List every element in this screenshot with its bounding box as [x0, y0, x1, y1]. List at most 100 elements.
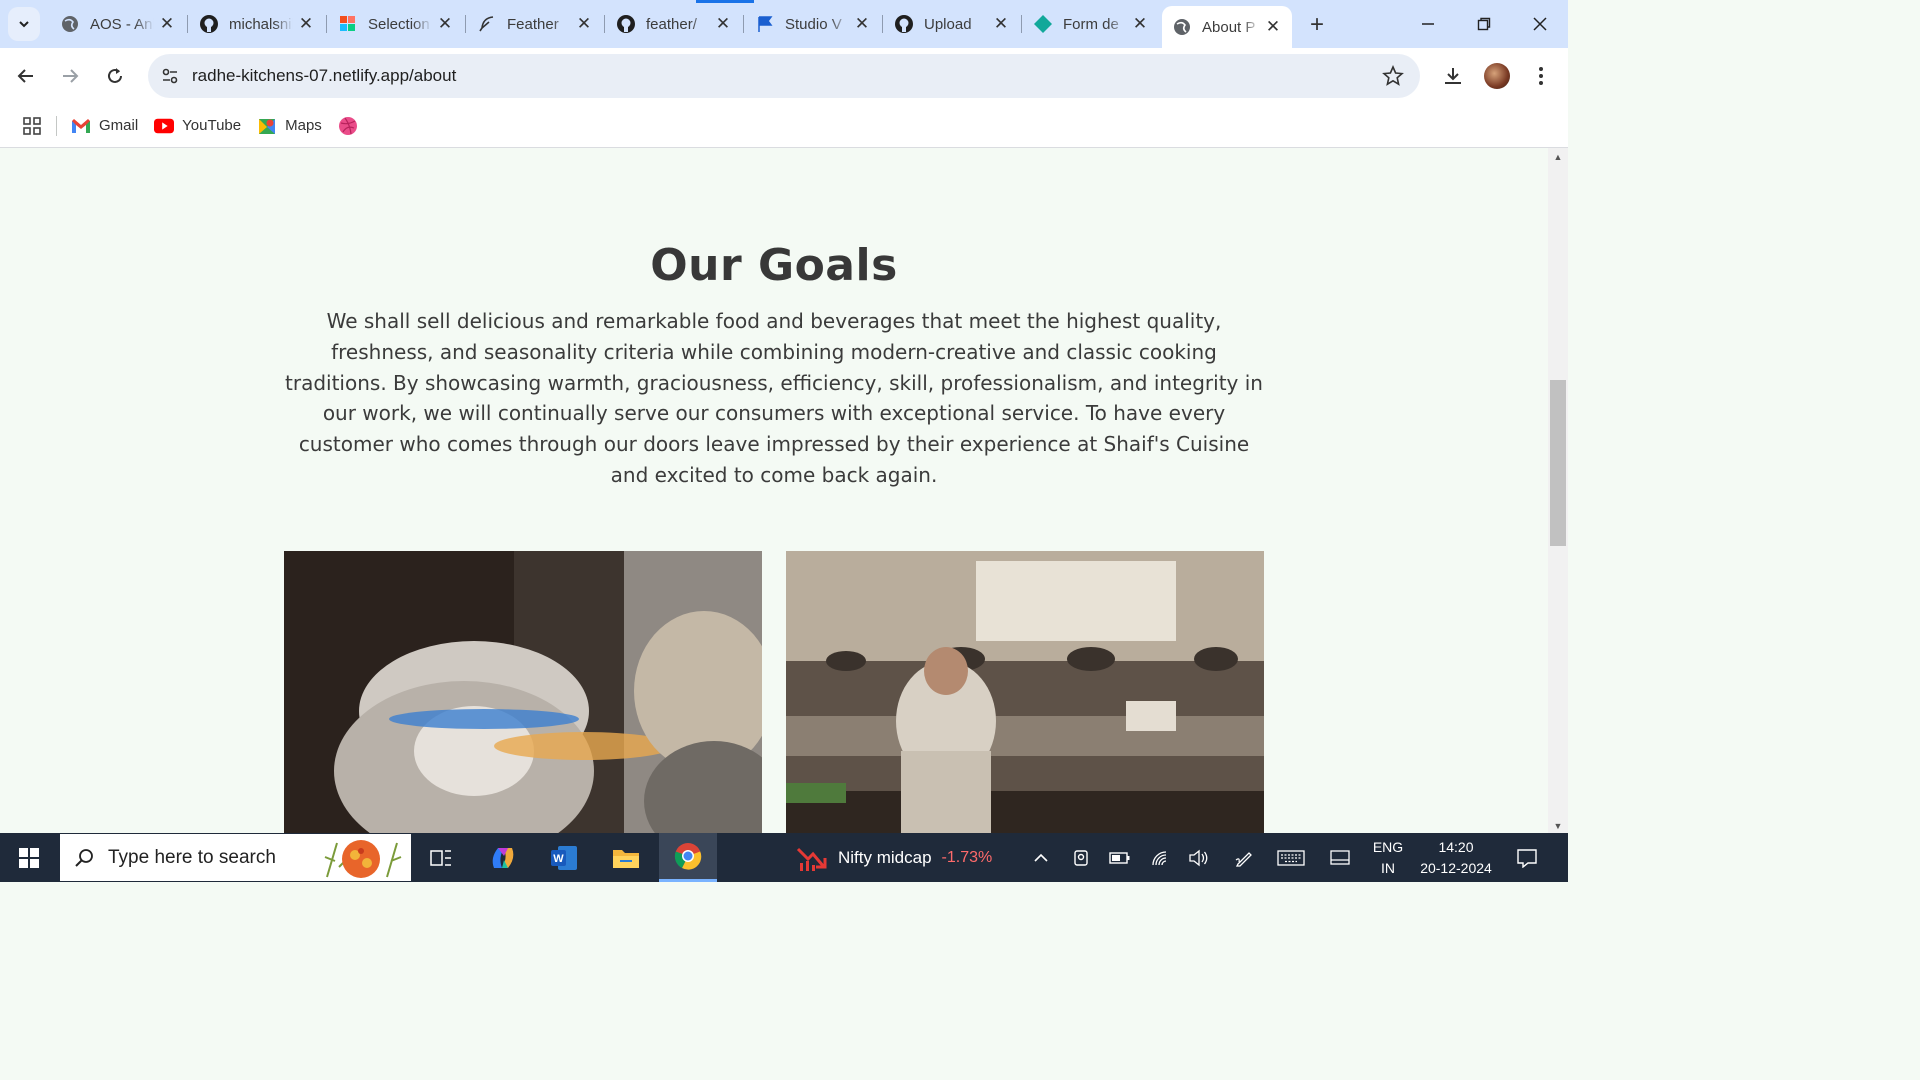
tab-title: Upload	[924, 15, 972, 33]
apps-grid-icon	[23, 116, 41, 135]
touch-keyboard-button[interactable]	[1273, 833, 1309, 882]
system-clock[interactable]: 14:20 20-12-2024	[1410, 837, 1502, 879]
start-button[interactable]	[0, 833, 58, 882]
reload-button[interactable]	[99, 60, 131, 92]
bookmark-youtube[interactable]: YouTube	[146, 111, 249, 141]
pen-menu-button[interactable]	[1226, 833, 1262, 882]
chrome-button[interactable]	[659, 833, 717, 882]
wifi-icon	[1152, 850, 1167, 865]
battery-button[interactable]	[1102, 833, 1138, 882]
tab-upload[interactable]: Upload ✕	[884, 6, 1022, 42]
camera-icon	[1074, 849, 1088, 866]
folder-icon	[613, 849, 639, 868]
meet-now-button[interactable]	[1063, 833, 1099, 882]
tablet-mode-button[interactable]	[1322, 833, 1358, 882]
tab-search-button[interactable]	[8, 7, 40, 41]
tab-feather-github[interactable]: feather/ ✕	[606, 6, 744, 42]
copilot-button[interactable]	[474, 833, 532, 882]
scroll-down-arrow-icon[interactable]: ▼	[1552, 821, 1564, 831]
tab-aos[interactable]: AOS - Anim ✕	[50, 6, 188, 42]
network-button[interactable]	[1142, 833, 1178, 882]
chevron-up-icon	[1034, 853, 1048, 862]
file-explorer-button[interactable]	[597, 833, 655, 882]
close-icon[interactable]: ✕	[1264, 17, 1282, 36]
chrome-icon	[674, 843, 702, 870]
notification-center-button[interactable]	[1508, 841, 1546, 875]
feather-icon	[477, 14, 497, 34]
tab-strip: AOS - Anim ✕ michalsnik ✕ Selection ✕ Fe…	[0, 0, 1568, 48]
tab-title: michalsnik	[229, 15, 293, 33]
speaker-icon	[1189, 849, 1208, 866]
profile-button[interactable]	[1481, 60, 1513, 92]
market-widget[interactable]: Nifty midcap -1.73%	[796, 833, 992, 882]
maps-icon	[257, 116, 277, 136]
address-bar[interactable]: radhe-kitchens-07.netlify.app/about	[148, 54, 1420, 98]
url-text[interactable]: radhe-kitchens-07.netlify.app/about	[192, 66, 456, 86]
tab-separator	[1021, 15, 1022, 33]
pen-icon	[1235, 851, 1252, 867]
chevron-down-icon	[19, 21, 29, 28]
back-button[interactable]	[10, 60, 42, 92]
bookmark-dribbble[interactable]	[330, 111, 374, 141]
tab-feather[interactable]: Feather ✕	[467, 6, 605, 42]
dribbble-icon	[338, 116, 358, 136]
close-icon[interactable]: ✕	[436, 14, 454, 33]
scroll-up-arrow-icon[interactable]: ▲	[1552, 152, 1564, 162]
close-icon[interactable]: ✕	[158, 14, 176, 33]
bookmark-maps[interactable]: Maps	[249, 111, 330, 141]
tab-about[interactable]: About P ✕	[1162, 6, 1292, 48]
show-hidden-icons-button[interactable]	[1023, 833, 1059, 882]
tab-selection[interactable]: Selection ✕	[328, 6, 466, 42]
download-icon	[1445, 68, 1461, 84]
github-icon	[894, 14, 914, 34]
apps-button[interactable]	[14, 111, 50, 141]
tab-form[interactable]: Form de ✕	[1023, 6, 1159, 42]
tab-michalsnik[interactable]: michalsnik ✕	[189, 6, 327, 42]
close-icon[interactable]: ✕	[714, 14, 732, 33]
close-icon	[1533, 17, 1547, 31]
language-code: ENG	[1372, 839, 1404, 855]
tab-title: Feather	[507, 15, 559, 33]
browser-toolbar: radhe-kitchens-07.netlify.app/about	[0, 48, 1568, 104]
close-window-button[interactable]	[1522, 8, 1558, 40]
github-icon	[616, 14, 636, 34]
page-content: Our Goals We shall sell delicious and re…	[0, 148, 1548, 833]
tab-studio[interactable]: Studio V ✕	[745, 6, 883, 42]
site-info-icon[interactable]	[150, 54, 190, 98]
goals-paragraph: We shall sell delicious and remarkable f…	[285, 309, 1263, 487]
task-view-button[interactable]	[412, 833, 470, 882]
close-icon[interactable]: ✕	[853, 14, 871, 33]
forward-button[interactable]	[54, 60, 86, 92]
word-button[interactable]: W	[535, 833, 593, 882]
bookmark-label: Gmail	[99, 117, 139, 134]
arrow-left-icon	[17, 69, 33, 83]
task-view-icon	[430, 849, 451, 866]
tab-separator	[326, 15, 327, 33]
menu-button[interactable]	[1525, 60, 1557, 92]
minimize-button[interactable]	[1410, 8, 1446, 40]
stock-down-icon	[796, 847, 827, 871]
downloads-button[interactable]	[1437, 60, 1469, 92]
minimize-icon	[1422, 23, 1434, 25]
tab-separator	[882, 15, 883, 33]
new-tab-button[interactable]: +	[1304, 11, 1330, 38]
scrollbar-thumb[interactable]	[1550, 380, 1566, 546]
restore-button[interactable]	[1466, 8, 1502, 40]
close-icon[interactable]: ✕	[575, 14, 593, 33]
tab-title: Studio V	[785, 15, 842, 33]
reload-icon	[108, 68, 122, 83]
bookmark-star-icon[interactable]	[1382, 65, 1404, 87]
clock-date: 20-12-2024	[1420, 860, 1492, 876]
close-icon[interactable]: ✕	[1131, 14, 1149, 33]
volume-button[interactable]	[1181, 833, 1217, 882]
close-icon[interactable]: ✕	[992, 14, 1010, 33]
display-icon	[1330, 849, 1350, 865]
close-icon[interactable]: ✕	[297, 14, 315, 33]
windows-logo-icon	[19, 847, 39, 868]
taskbar-search-box[interactable]: Type here to search	[60, 834, 411, 881]
input-language[interactable]: ENG IN	[1366, 837, 1410, 879]
svg-text:W: W	[553, 853, 564, 865]
page-scrollbar[interactable]: ▲ ▼	[1548, 148, 1568, 833]
clock-time: 14:20	[1438, 839, 1474, 855]
bookmark-gmail[interactable]: Gmail	[63, 111, 146, 141]
